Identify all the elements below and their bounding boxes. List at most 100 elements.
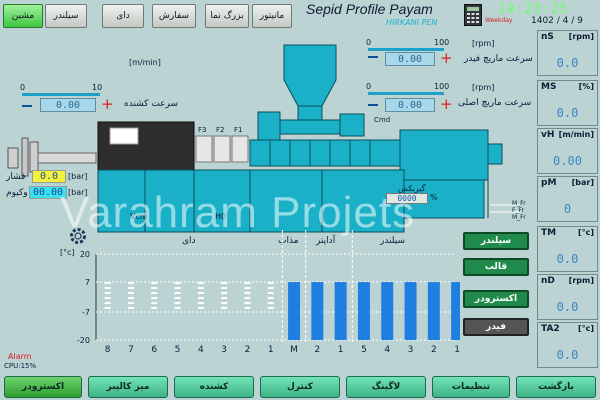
die-tab[interactable]: دای (102, 4, 144, 28)
empty-zone-marker (197, 307, 204, 310)
zoom-tab[interactable]: بزرگ نما (205, 4, 249, 28)
empty-zone-marker (127, 302, 134, 305)
fan-label-f1: F1 (234, 126, 243, 134)
readout-tm: TM [°c] 0.0 (537, 226, 598, 272)
x-tick-label: 7 (128, 345, 134, 355)
pressure-value: 0.0 (32, 170, 66, 183)
empty-zone-marker (174, 302, 181, 305)
x-tick-label: 6 (151, 345, 157, 355)
readout-unit: [rpm] (568, 32, 594, 41)
weekday: Weekday (485, 17, 513, 24)
calibration-nav-button[interactable]: میز کالیبر (88, 376, 168, 398)
empty-zone-marker (151, 297, 158, 300)
empty-zone-marker (104, 292, 111, 295)
readout-title: TM [°c] (541, 228, 594, 238)
temperature-chart: 20 7 -7 -20 8 7 6 5 4 3 2 1 M 2 1 5 4 3 2 1 (77, 230, 460, 355)
x-tick-label: 3 (221, 345, 227, 355)
control-nav-button[interactable]: کنترل (260, 376, 340, 398)
order-tab[interactable]: سفارش (152, 4, 196, 28)
empty-zone-marker (174, 297, 181, 300)
machine-tab[interactable]: مشین (3, 4, 43, 28)
readout-title: MS [%] (541, 82, 594, 92)
cylinder-tab[interactable]: سیلندر (45, 4, 87, 28)
empty-zone-marker (244, 302, 251, 305)
empty-zone-marker (197, 297, 204, 300)
temperature-bar (404, 282, 417, 340)
readout-name: vH (541, 130, 555, 140)
readout-title: vH [m/min] (541, 130, 594, 140)
empty-zone-marker (104, 287, 111, 290)
mould-button[interactable]: قالب (463, 258, 529, 276)
empty-zone-marker (127, 287, 134, 290)
y-tick-label: 7 (85, 278, 90, 287)
empty-zone-marker (221, 297, 228, 300)
empty-zone-marker (244, 297, 251, 300)
alarm-indicator: Alarm (8, 352, 32, 361)
readout-pm: pM [bar] 0 (537, 176, 598, 222)
y-tick-label: -7 (82, 308, 90, 317)
empty-zone-marker (174, 292, 181, 295)
readout-unit: [°c] (577, 228, 594, 237)
monitor-tab[interactable]: مانیتور (252, 4, 292, 28)
empty-zone-marker (244, 287, 251, 290)
empty-zone-marker (127, 307, 134, 310)
temperature-bar (381, 282, 394, 340)
motor-label-3: M_Fr (512, 214, 526, 221)
x-tick-label: 4 (198, 345, 204, 355)
x-tick-label: 5 (361, 345, 367, 355)
readout-title: pM [bar] (541, 178, 594, 188)
readout-unit: [rpm] (568, 276, 594, 285)
empty-zone-marker (197, 287, 204, 290)
app-title: Sepid Profile Payam (306, 1, 433, 17)
settings-nav-button[interactable]: تنظیمات (432, 376, 510, 398)
x-tick-label: 5 (175, 345, 181, 355)
empty-zone-marker (151, 302, 158, 305)
x-tick-label: 4 (384, 345, 390, 355)
extruder-nav-button[interactable]: اکسترودر (4, 376, 82, 398)
empty-zone-marker (104, 282, 111, 285)
empty-zone-marker (221, 292, 228, 295)
empty-zone-marker (221, 282, 228, 285)
empty-zone-marker (104, 307, 111, 310)
readout-value: 0.0 (546, 55, 589, 71)
empty-zone-marker (221, 302, 228, 305)
empty-zone-marker (127, 282, 134, 285)
empty-zone-marker (197, 302, 204, 305)
motor-label-2: F_Fr (512, 207, 524, 214)
readout-ns: nS [rpm] 0.0 (537, 30, 598, 76)
y-tick-label: 20 (80, 250, 90, 259)
empty-zone-marker (104, 297, 111, 300)
empty-zone-marker (221, 287, 228, 290)
empty-zone-marker (127, 292, 134, 295)
readout-value: 0.0 (546, 251, 589, 267)
fan-label-f2: F2 (216, 126, 225, 134)
empty-zone-marker (197, 282, 204, 285)
x-tick-label: 1 (268, 345, 274, 355)
empty-zone-marker (267, 292, 274, 295)
readout-ms: MS [%] 0.0 (537, 80, 598, 126)
back-nav-button[interactable]: بازگشت (516, 376, 596, 398)
cylinder-button[interactable]: سیلندر (463, 232, 529, 250)
gearbox-unit: % (430, 193, 438, 202)
empty-zone-marker (267, 302, 274, 305)
x-tick-label: 1 (338, 345, 344, 355)
empty-zone-marker (174, 287, 181, 290)
logging-nav-button[interactable]: لاگینگ (346, 376, 426, 398)
readout-value: 0.0 (546, 299, 589, 315)
readout-value: 0.0 (546, 347, 589, 363)
extruder-button[interactable]: اکسترودر (463, 290, 529, 308)
x-tick-label: 8 (105, 345, 111, 355)
readout-name: MS (541, 82, 557, 92)
empty-zone-marker (267, 287, 274, 290)
x-tick-label: 1 (454, 345, 460, 355)
temperature-bar (357, 282, 370, 340)
calculator-icon[interactable] (464, 4, 482, 26)
temperature-bar (427, 282, 440, 340)
readout-name: nD (541, 276, 555, 286)
empty-zone-marker (244, 292, 251, 295)
feeder-button[interactable]: فیدر (463, 318, 529, 336)
readout-title: TA2 [°c] (541, 324, 594, 334)
readout-name: pM (541, 178, 557, 188)
empty-zone-marker (174, 307, 181, 310)
puller-nav-button[interactable]: کشنده (174, 376, 254, 398)
